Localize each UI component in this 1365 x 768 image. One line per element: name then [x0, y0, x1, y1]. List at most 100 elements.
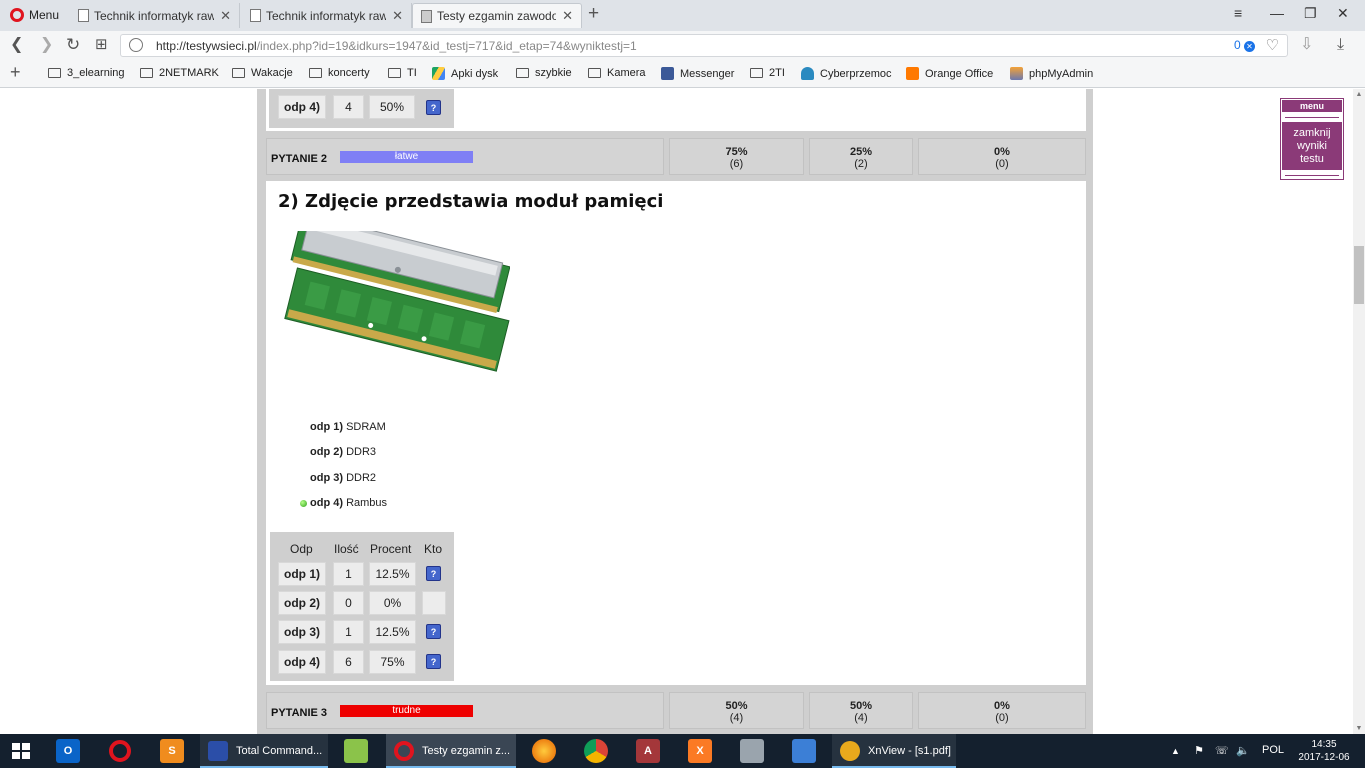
bookmark-cyberprzemoc[interactable]: Cyberprzemoc: [801, 67, 892, 80]
table-row-odp: odp 2): [278, 591, 326, 615]
volume-icon[interactable]: 🔈: [1236, 744, 1250, 757]
close-results-button[interactable]: zamknij wyniki testu: [1282, 122, 1342, 170]
taskbar-chrome[interactable]: [576, 734, 616, 768]
snapshot-icon[interactable]: ⤓: [1337, 36, 1344, 54]
system-clock[interactable]: 14:35 2017-12-06: [1296, 738, 1352, 764]
new-tab-plus-icon[interactable]: +: [588, 4, 599, 24]
bookmark-ti[interactable]: TI: [388, 67, 417, 79]
bookmark-koncerty[interactable]: koncerty: [309, 67, 370, 79]
page-scrollbar[interactable]: ▲ ▼: [1353, 89, 1365, 734]
back-icon[interactable]: ❮: [10, 36, 23, 54]
bookmark-label: 3_elearning: [67, 67, 125, 79]
question-label: PYTANIE 3: [271, 707, 328, 719]
bookmark-3-elearning[interactable]: 3_elearning: [48, 67, 125, 79]
taskbar-network-tool[interactable]: [732, 734, 772, 768]
minimize-icon[interactable]: —: [1270, 5, 1284, 21]
opera-icon: [394, 741, 414, 761]
taskbar-item-label: Testy ezgamin z...: [422, 745, 511, 757]
close-tab-icon[interactable]: ✕: [562, 8, 573, 24]
close-results-line: testu: [1300, 153, 1324, 165]
tab-menu-icon[interactable]: ≡: [1234, 5, 1242, 21]
forward-icon[interactable]: ❯: [40, 36, 53, 54]
close-tab-icon[interactable]: ✕: [392, 8, 403, 24]
taskbar-scratch[interactable]: S: [152, 734, 192, 768]
phpmyadmin-icon: [1010, 67, 1023, 80]
close-tab-icon[interactable]: ✕: [220, 8, 231, 24]
globe-icon: [129, 38, 143, 52]
tab-technik-2[interactable]: Technik informatyk rawa-l ✕: [242, 3, 412, 28]
who-answered-icon[interactable]: ?: [426, 624, 441, 639]
bookmark-label: 2NETMARK: [159, 67, 219, 79]
folder-icon: [140, 68, 153, 78]
speed-dial-icon[interactable]: ⊞: [95, 36, 108, 54]
bookmarks-bar: + 3_elearning 2NETMARK Wakacje koncerty …: [0, 60, 1365, 88]
bookmark-label: phpMyAdmin: [1029, 67, 1094, 80]
stat-count: (6): [729, 158, 744, 170]
bookmark-2ti[interactable]: 2TI: [750, 67, 785, 79]
taskbar-opera-window[interactable]: Testy ezgamin z...: [386, 734, 516, 768]
taskbar-xnview[interactable]: XnView - [s1.pdf]: [832, 734, 956, 768]
who-answered-icon[interactable]: ?: [426, 100, 441, 115]
facebook-icon: [661, 67, 674, 80]
table-row-ilosc: 6: [333, 650, 364, 674]
bookmark-messenger[interactable]: Messenger: [661, 67, 734, 80]
total-commander-icon: [208, 741, 228, 761]
answer-stats-table: Odp Ilość Procent Kto odp 1) 1 12.5% ? o…: [270, 532, 454, 681]
network-x-icon[interactable]: ⚑: [1194, 744, 1204, 757]
page-icon: [78, 9, 89, 22]
reload-icon[interactable]: ↻: [66, 36, 80, 54]
who-answered-icon[interactable]: ?: [426, 566, 441, 581]
url-field[interactable]: http://testywsieci.pl/index.php?id=19&id…: [120, 34, 1288, 57]
bookmark-szybkie[interactable]: szybkie: [516, 67, 572, 79]
taskbar-access[interactable]: A: [628, 734, 668, 768]
taskbar-xampp[interactable]: X: [680, 734, 720, 768]
bookmark-phpmyadmin[interactable]: phpMyAdmin: [1010, 67, 1093, 80]
who-answered-icon[interactable]: ?: [426, 654, 441, 669]
table-row-procent: 75%: [369, 650, 416, 674]
tab-technik-1[interactable]: Technik informatyk rawa-l ✕: [70, 3, 240, 28]
taskbar-notepad-plus[interactable]: [336, 734, 376, 768]
taskbar-item-label: XnView - [s1.pdf]: [868, 745, 951, 757]
bookmark-2netmark[interactable]: 2NETMARK: [140, 67, 219, 79]
bookmark-orange-office[interactable]: Orange Office: [906, 67, 993, 80]
taskbar-firefox[interactable]: [524, 734, 564, 768]
bookmark-apki-dysk[interactable]: Apki dysk: [432, 67, 498, 80]
windows-start-icon[interactable]: [12, 743, 30, 759]
answer-text: SDRAM: [346, 421, 386, 433]
q3-stat-empty: 0% (0): [918, 692, 1086, 729]
google-drive-icon: [432, 67, 445, 80]
opera-menu-button[interactable]: Menu: [4, 4, 65, 26]
q3-stat-correct: 50% (4): [669, 692, 804, 729]
download-icon[interactable]: ⇩: [1300, 36, 1313, 54]
phone-link-icon[interactable]: ☏: [1215, 744, 1229, 757]
bookmark-heart-icon[interactable]: ♡: [1266, 36, 1279, 54]
adblock-count: 0: [1233, 38, 1241, 52]
menu-divider: [1285, 175, 1339, 176]
page-icon: [250, 9, 261, 22]
scrollbar-thumb[interactable]: [1354, 246, 1364, 304]
taskbar-remote-desktop[interactable]: [784, 734, 824, 768]
answer-number: odp 1): [310, 421, 343, 433]
bookmark-kamera[interactable]: Kamera: [588, 67, 646, 79]
close-window-icon[interactable]: ✕: [1337, 5, 1349, 22]
scroll-up-icon[interactable]: ▲: [1353, 91, 1365, 98]
taskbar-item-label: Total Command...: [236, 745, 323, 757]
tab-testy-active[interactable]: Testy ezgamin zawodowy ✕: [412, 3, 582, 28]
add-bookmark-plus-icon[interactable]: +: [10, 62, 21, 83]
opera-logo-icon: [10, 8, 24, 22]
taskbar-opera[interactable]: [100, 734, 140, 768]
adblock-counter[interactable]: 0 ✕: [1234, 38, 1255, 52]
answer-number: odp 2): [310, 446, 343, 458]
taskbar-total-commander[interactable]: Total Command...: [200, 734, 328, 768]
input-language[interactable]: POL: [1262, 744, 1284, 756]
scroll-down-icon[interactable]: ▼: [1353, 725, 1365, 732]
show-hidden-icons-icon[interactable]: ▲: [1171, 746, 1180, 756]
answer-4-correct: odp 4) Rambus: [310, 497, 387, 509]
orange-icon: [906, 67, 919, 80]
menu-divider: [1285, 117, 1339, 118]
taskbar-outlook[interactable]: O: [48, 734, 88, 768]
bookmark-wakacje[interactable]: Wakacje: [232, 67, 293, 79]
chrome-icon: [584, 739, 608, 763]
url-text: http://testywsieci.pl/index.php?id=19&id…: [156, 39, 637, 53]
maximize-icon[interactable]: ❐: [1304, 5, 1317, 22]
